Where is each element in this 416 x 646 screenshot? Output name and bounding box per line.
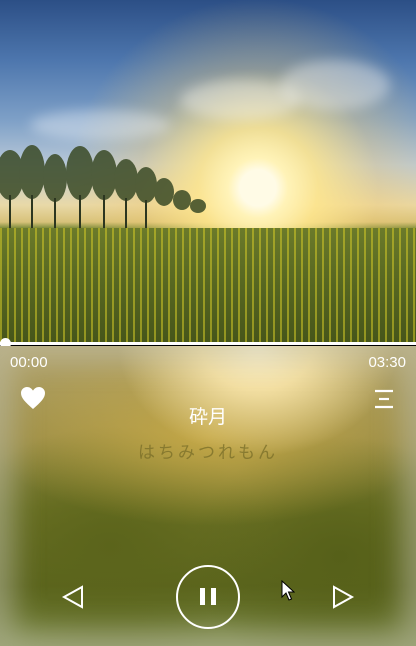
rapeseed-field — [0, 228, 416, 342]
pause-icon — [200, 588, 216, 605]
mouse-cursor-icon — [281, 580, 295, 601]
progress-track[interactable] — [0, 342, 416, 345]
next-icon[interactable] — [330, 584, 356, 610]
menu-icon[interactable] — [374, 388, 394, 410]
lyric-line: はちみつれもん — [138, 443, 278, 462]
album-art — [0, 0, 416, 342]
trees-illustration — [0, 145, 206, 228]
player-panel: 00:00 03:30 砕月 はちみつれもん — [0, 346, 416, 646]
music-player-app: 00:00 03:30 砕月 はちみつれもん — [0, 0, 416, 646]
current-time: 00:00 — [10, 354, 48, 371]
previous-icon[interactable] — [60, 584, 86, 610]
duration: 03:30 — [368, 354, 406, 371]
pause-button[interactable] — [175, 564, 241, 630]
song-title: 砕月 — [188, 407, 227, 428]
